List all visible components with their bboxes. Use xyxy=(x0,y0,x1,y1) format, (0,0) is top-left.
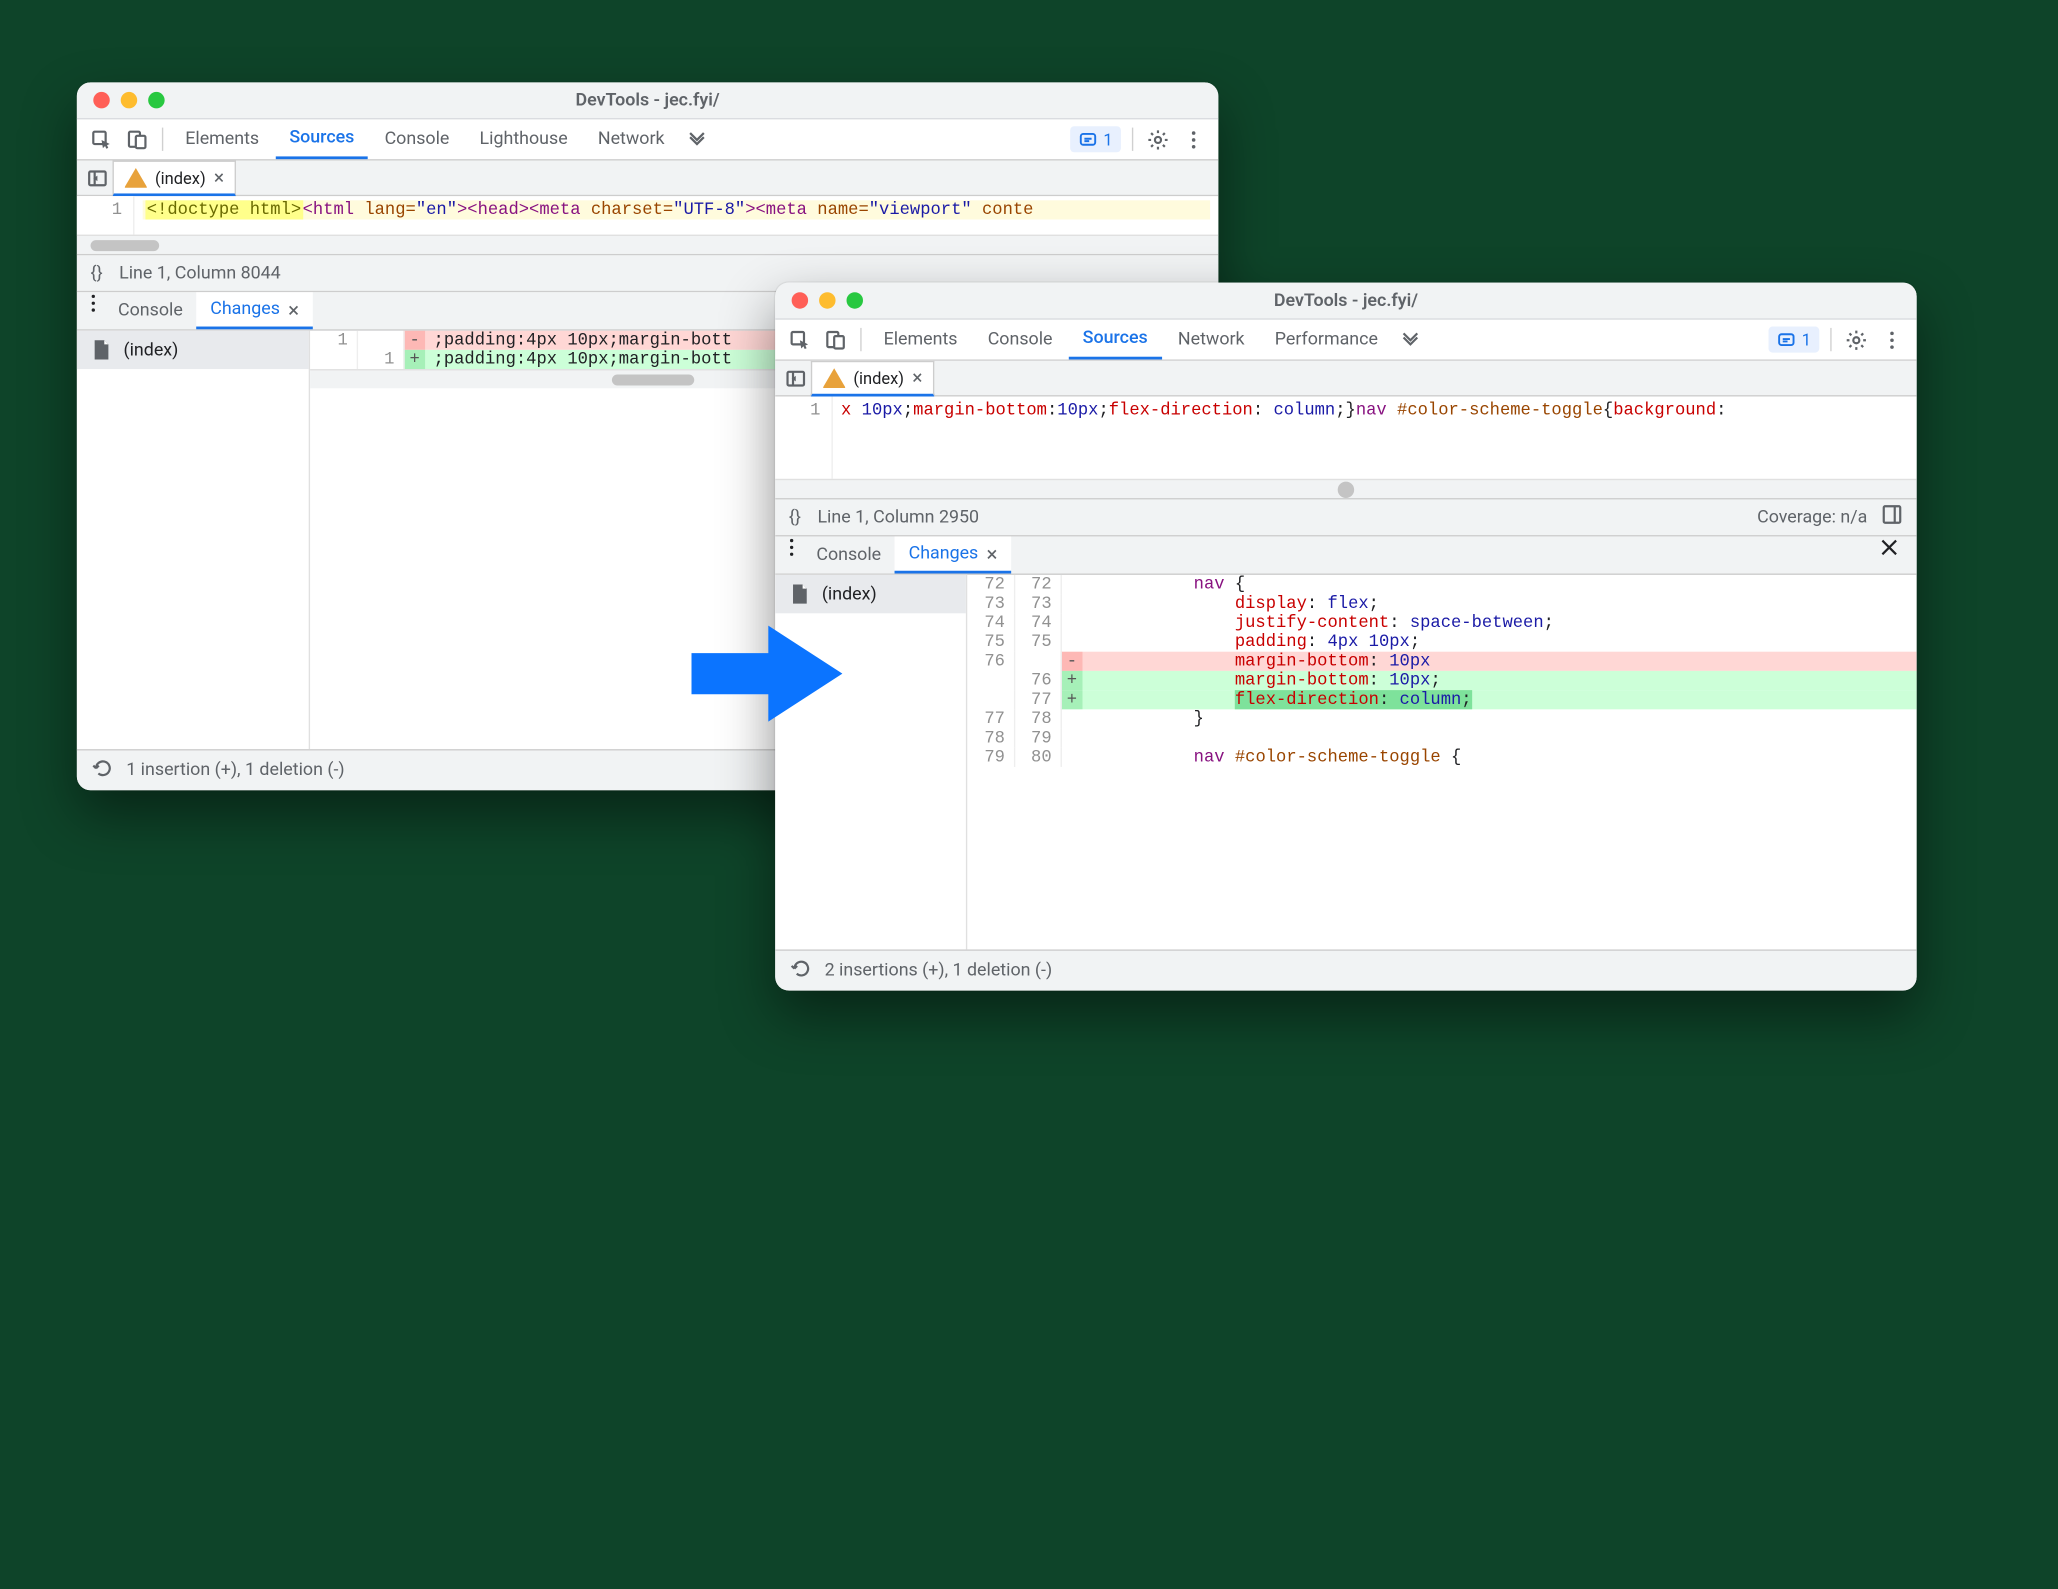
kebab-icon[interactable] xyxy=(82,292,104,329)
code-line[interactable]: <!doctype html><html lang="en"><head><me… xyxy=(143,200,1210,219)
close-icon[interactable]: × xyxy=(986,541,997,566)
more-tabs-icon[interactable] xyxy=(1394,320,1427,360)
device-toggle-icon[interactable] xyxy=(819,320,852,360)
revert-icon[interactable] xyxy=(789,957,811,984)
diff-row: 77+ flex-direction: column; xyxy=(967,690,1916,709)
cursor-position: Line 1, Column 2950 xyxy=(817,507,979,528)
more-tabs-icon[interactable] xyxy=(681,119,714,159)
arrow-icon xyxy=(691,620,842,727)
close-icon[interactable]: × xyxy=(912,367,922,389)
revert-icon[interactable] xyxy=(91,757,113,784)
close-icon[interactable]: × xyxy=(288,297,299,322)
diff-row: 7575 padding: 4px 10px; xyxy=(967,632,1916,651)
gear-icon[interactable] xyxy=(1840,320,1873,360)
file-tab-index[interactable]: (index) × xyxy=(811,361,935,397)
diff-row: 7980 nav #color-scheme-toggle { xyxy=(967,748,1916,767)
tab-performance[interactable]: Performance xyxy=(1261,320,1392,360)
diff-row: 7879 xyxy=(967,729,1916,748)
changes-file-label: (index) xyxy=(123,340,178,361)
tab-sources[interactable]: Sources xyxy=(276,119,368,159)
window-title: DevTools - jec.fyi/ xyxy=(775,290,1917,311)
changes-footer: 2 insertions (+), 1 deletion (-) xyxy=(775,949,1917,990)
window-title: DevTools - jec.fyi/ xyxy=(77,90,1219,111)
sidebar-toggle-icon[interactable] xyxy=(1881,504,1903,531)
lineno: 1 xyxy=(775,401,820,420)
tab-elements[interactable]: Elements xyxy=(870,320,971,360)
issues-chip[interactable]: 1 xyxy=(1769,327,1819,353)
code-line[interactable]: x 10px;margin-bottom:10px;flex-direction… xyxy=(841,401,1726,420)
drawer-tabs: Console Changes × xyxy=(775,536,1917,574)
kebab-icon[interactable] xyxy=(1177,119,1210,159)
pretty-print-icon[interactable]: {} xyxy=(789,507,801,528)
primary-tabs: Elements Console Sources Network Perform… xyxy=(775,320,1917,361)
file-tabs: (index) × xyxy=(775,361,1917,397)
source-editor[interactable]: 1 <!doctype html><html lang="en"><head><… xyxy=(77,196,1219,234)
horizontal-scrollbar[interactable] xyxy=(775,479,1917,498)
changes-summary: 1 insertion (+), 1 deletion (-) xyxy=(126,760,344,781)
titlebar: DevTools - jec.fyi/ xyxy=(775,283,1917,320)
kebab-icon[interactable] xyxy=(1876,320,1909,360)
changes-summary: 2 insertions (+), 1 deletion (-) xyxy=(825,960,1053,981)
file-tab-label: (index) xyxy=(853,368,904,387)
device-toggle-icon[interactable] xyxy=(121,119,154,159)
kebab-icon[interactable] xyxy=(781,536,803,573)
close-icon[interactable] xyxy=(1878,536,1916,573)
close-icon[interactable] xyxy=(93,92,109,108)
diff-row: 7474 justify-content: space-between; xyxy=(967,613,1916,632)
changes-file-label: (index) xyxy=(822,584,877,605)
inspect-icon[interactable] xyxy=(783,320,816,360)
tab-network[interactable]: Network xyxy=(1164,320,1258,360)
tab-console[interactable]: Console xyxy=(371,119,463,159)
diff-row: 76- margin-bottom: 10px xyxy=(967,652,1916,671)
source-editor[interactable]: 1 x 10px;margin-bottom:10px;flex-directi… xyxy=(775,397,1917,479)
minimize-icon[interactable] xyxy=(819,292,835,308)
drawer-tab-label: Changes xyxy=(210,299,280,320)
show-navigator-icon[interactable] xyxy=(82,161,112,195)
zoom-icon[interactable] xyxy=(148,92,164,108)
gear-icon[interactable] xyxy=(1142,119,1175,159)
horizontal-scrollbar[interactable] xyxy=(77,235,1219,254)
drawer-tab-console[interactable]: Console xyxy=(104,292,196,329)
tab-elements[interactable]: Elements xyxy=(172,119,273,159)
diff-row: 7778 } xyxy=(967,709,1916,728)
coverage-label: Coverage: n/a xyxy=(1757,507,1867,528)
close-icon[interactable]: × xyxy=(214,167,224,189)
issues-count: 1 xyxy=(1103,130,1112,149)
file-tab-index[interactable]: (index) × xyxy=(113,161,237,197)
issues-chip[interactable]: 1 xyxy=(1071,126,1121,152)
diff-row: 7272 nav { xyxy=(967,575,1916,594)
changes-panel: (index) 7272 nav {7373 display: flex;747… xyxy=(775,575,1917,950)
diff-row: 7373 display: flex; xyxy=(967,594,1916,613)
issues-count: 1 xyxy=(1802,330,1811,349)
tab-sources[interactable]: Sources xyxy=(1069,320,1161,360)
file-tab-label: (index) xyxy=(155,168,206,187)
devtools-window-after: DevTools - jec.fyi/ Elements Console Sou… xyxy=(775,283,1917,991)
diff-view[interactable]: 7272 nav {7373 display: flex;7474 justif… xyxy=(967,575,1916,950)
tab-lighthouse[interactable]: Lighthouse xyxy=(466,119,582,159)
diff-row: 76+ margin-bottom: 10px; xyxy=(967,671,1916,690)
file-tabs: (index) × xyxy=(77,161,1219,197)
drawer-tab-changes[interactable]: Changes × xyxy=(197,292,313,329)
show-navigator-icon[interactable] xyxy=(781,361,811,395)
inspect-icon[interactable] xyxy=(85,119,118,159)
zoom-icon[interactable] xyxy=(847,292,863,308)
cursor-position: Line 1, Column 8044 xyxy=(119,263,281,284)
lineno: 1 xyxy=(77,200,122,219)
pretty-print-icon[interactable]: {} xyxy=(91,263,103,284)
changes-file-item[interactable]: (index) xyxy=(775,575,966,613)
drawer-tab-changes[interactable]: Changes × xyxy=(895,536,1011,573)
drawer-tab-console[interactable]: Console xyxy=(803,536,895,573)
titlebar: DevTools - jec.fyi/ xyxy=(77,82,1219,119)
tab-console[interactable]: Console xyxy=(974,320,1066,360)
status-bar: {} Line 1, Column 2950 Coverage: n/a xyxy=(775,498,1917,536)
primary-tabs: Elements Sources Console Lighthouse Netw… xyxy=(77,119,1219,160)
changes-file-item[interactable]: (index) xyxy=(77,331,309,369)
close-icon[interactable] xyxy=(792,292,808,308)
tab-network[interactable]: Network xyxy=(584,119,678,159)
drawer-tab-label: Changes xyxy=(909,543,979,564)
minimize-icon[interactable] xyxy=(121,92,137,108)
